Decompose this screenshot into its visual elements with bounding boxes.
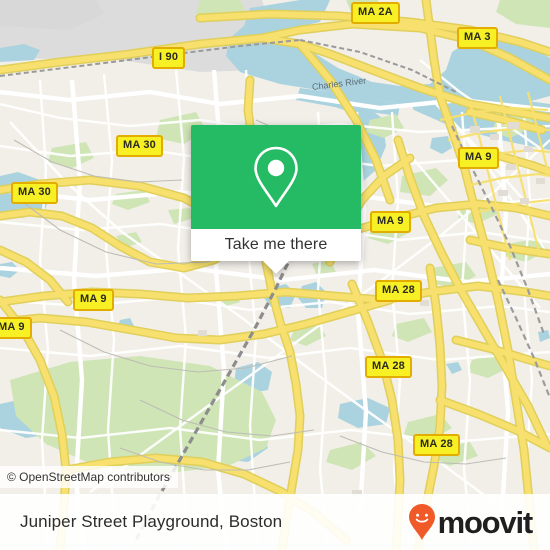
road-shield: I 90 [152,47,186,69]
road-shield: MA 2A [351,2,400,24]
place-title: Juniper Street Playground, Boston [20,512,283,531]
callout-tail [263,261,289,274]
bottom-bar: Juniper Street Playground, Boston moovit [0,494,550,550]
moovit-pin-icon [408,504,435,540]
road-shield: MA 28 [413,434,460,456]
take-me-there-button[interactable]: Take me there [191,229,361,274]
road-shield: MA 9 [370,211,411,233]
moovit-logo[interactable]: moovit [407,503,534,541]
road-shield: MA 3 [457,27,498,49]
road-shield: MA 9 [73,289,114,311]
take-me-there-label: Take me there [224,236,328,253]
map-screenshot: MA 2A MA 3 I 90 MA 30 MA 9 MA 30 MA 9 MA… [0,0,550,550]
osm-attribution[interactable]: © OpenStreetMap contributors [0,466,178,488]
road-shield: MA 28 [365,356,412,378]
road-shield: MA 30 [11,182,58,204]
road-shield: MA 9 [0,317,32,339]
road-shield: MA 30 [116,135,163,157]
road-shield: MA 28 [375,280,422,302]
map-pin-icon [254,146,298,208]
location-callout[interactable]: Take me there [191,125,361,274]
callout-icon-area [191,125,361,229]
moovit-wordmark: moovit [437,504,534,540]
road-shield: MA 9 [458,147,499,169]
